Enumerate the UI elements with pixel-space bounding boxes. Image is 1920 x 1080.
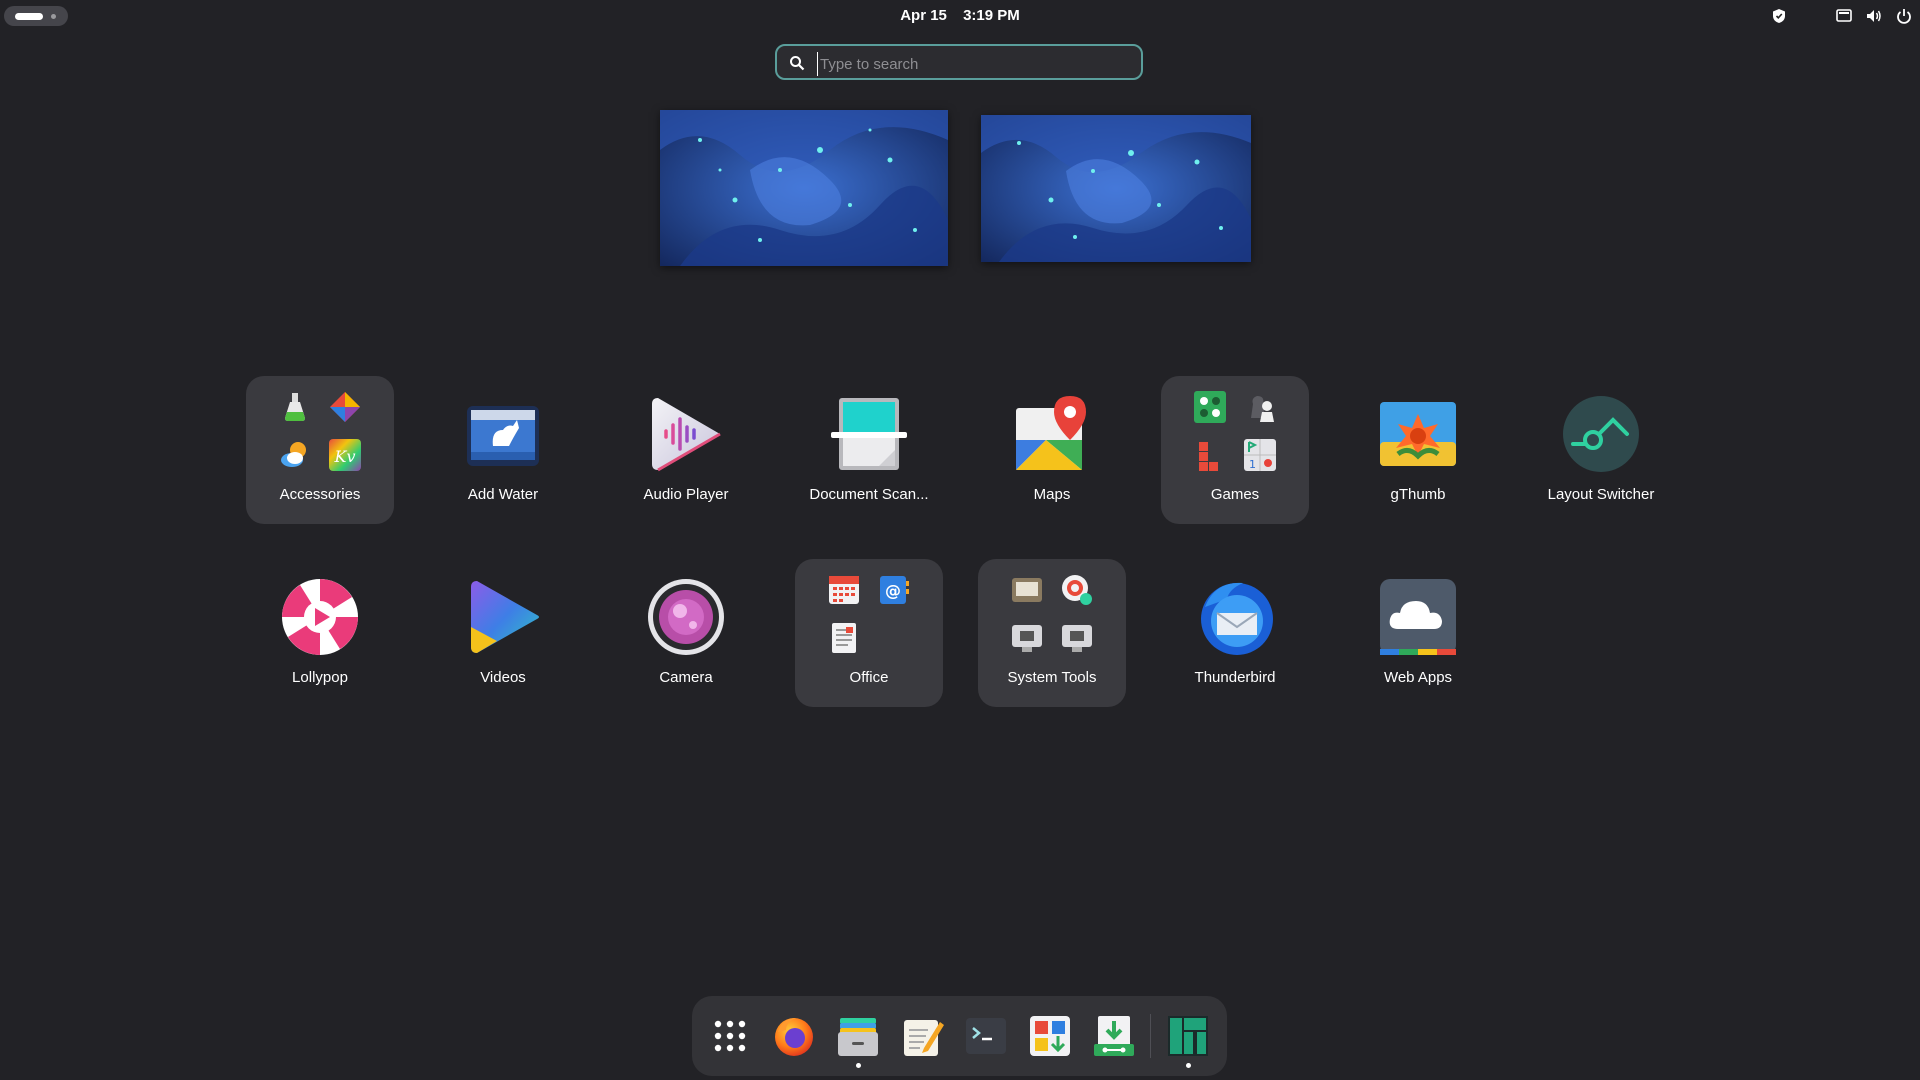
app-label: System Tools [1007, 669, 1097, 686]
camera-icon [648, 579, 724, 655]
dock-terminal[interactable] [964, 1014, 1008, 1058]
app-label: Web Apps [1383, 669, 1453, 686]
app-label: Layout Switcher [1547, 486, 1655, 503]
files-icon [838, 1018, 878, 1056]
top-bar: Apr 15 3:19 PM [0, 0, 1920, 32]
svg-text:1: 1 [1249, 458, 1256, 471]
dock-separator [1150, 1014, 1151, 1058]
clock-date: Apr 15 [900, 7, 947, 24]
app-add-water[interactable]: Add Water [429, 376, 577, 524]
dock-installer[interactable] [1092, 1014, 1136, 1058]
app-label: Maps [1033, 486, 1071, 503]
folder-accessories[interactable]: Kv Accessories [246, 376, 394, 524]
app-layout-switcher[interactable]: Layout Switcher [1527, 376, 1675, 524]
calendar-icon [829, 576, 859, 604]
search-icon [790, 56, 805, 71]
flask-icon [285, 393, 305, 421]
audio-player-icon [652, 398, 721, 472]
software-store-icon [1030, 1016, 1070, 1056]
contacts-icon: @ [880, 576, 909, 604]
dock [692, 996, 1227, 1076]
web-apps-icon [1380, 579, 1456, 655]
app-label: Office [849, 669, 889, 686]
network-icon [1062, 625, 1092, 652]
app-thunderbird[interactable]: Thunderbird [1161, 559, 1309, 707]
workspace-thumbnail-2[interactable] [981, 115, 1251, 262]
app-gthumb[interactable]: gThumb [1344, 376, 1492, 524]
dock-text-editor[interactable] [900, 1014, 944, 1058]
disk-usage-icon [1062, 575, 1092, 605]
app-label: Lollypop [292, 669, 348, 686]
dock-manjaro-settings[interactable] [1166, 1014, 1210, 1068]
system-tray[interactable] [1772, 8, 1912, 24]
app-grid-icon [714, 1020, 746, 1052]
gthumb-icon [1380, 402, 1456, 466]
running-indicator [856, 1063, 861, 1068]
app-label: Thunderbird [1194, 669, 1276, 686]
folder-office[interactable]: @ Office [795, 559, 943, 707]
app-label: Videos [480, 669, 526, 686]
mines-icon: 1 [1244, 439, 1276, 471]
app-label: Accessories [279, 486, 361, 503]
app-maps[interactable]: Maps [978, 376, 1126, 524]
package-installer-icon [1094, 1016, 1134, 1056]
document-viewer-icon [832, 623, 856, 653]
screen-icon[interactable] [1836, 9, 1852, 23]
app-label: Audio Player [643, 486, 729, 503]
app-web-apps[interactable]: Web Apps [1344, 559, 1492, 707]
dock-software[interactable] [1028, 1014, 1072, 1058]
videos-icon [471, 581, 539, 653]
text-editor-icon [904, 1020, 944, 1056]
weather-icon [281, 442, 306, 467]
clock-time: 3:19 PM [963, 7, 1020, 24]
color-diamond-icon [330, 392, 360, 422]
app-document-scanner[interactable]: Document Scan... [795, 376, 943, 524]
go-board-icon [1194, 391, 1226, 423]
app-videos[interactable]: Videos [429, 559, 577, 707]
app-label: gThumb [1390, 486, 1446, 503]
app-lollypop[interactable]: Lollypop [246, 559, 394, 707]
app-label: Games [1210, 486, 1260, 503]
document-scanner-icon [831, 398, 907, 470]
dock-firefox[interactable] [772, 1014, 816, 1058]
add-water-icon [467, 406, 539, 466]
clock[interactable]: Apr 15 3:19 PM [0, 7, 1920, 24]
thunderbird-icon [1201, 582, 1273, 655]
folder-games[interactable]: 1 Games [1161, 376, 1309, 524]
shield-icon[interactable] [1772, 8, 1786, 24]
layout-switcher-icon [1563, 396, 1639, 472]
folder-system-tools[interactable]: System Tools [978, 559, 1126, 707]
workspace-thumbnail-1[interactable] [660, 110, 948, 266]
app-label: Camera [659, 669, 713, 686]
terminal-icon [966, 1018, 1006, 1054]
svg-text:@: @ [885, 581, 901, 600]
app-label: Document Scan... [809, 486, 929, 503]
svg-text:Kv: Kv [334, 447, 356, 466]
disk-icon [1012, 578, 1042, 602]
firefox-icon [775, 1018, 813, 1056]
app-camera[interactable]: Camera [612, 559, 760, 707]
power-icon[interactable] [1896, 8, 1912, 24]
volume-icon[interactable] [1866, 8, 1882, 24]
manjaro-icon [1168, 1016, 1208, 1056]
chess-icon [1251, 396, 1274, 422]
kv-icon: Kv [329, 439, 361, 471]
search-box[interactable] [775, 44, 1143, 80]
app-label: Add Water [467, 486, 539, 503]
show-apps-button[interactable] [708, 1014, 752, 1058]
maps-icon [1016, 396, 1086, 470]
dock-files[interactable] [836, 1014, 880, 1068]
search-input[interactable] [817, 52, 1132, 76]
network-icon [1012, 625, 1042, 652]
tetris-icon [1199, 442, 1218, 471]
running-indicator [1186, 1063, 1191, 1068]
app-audio-player[interactable]: Audio Player [612, 376, 760, 524]
lollypop-icon [282, 579, 358, 655]
